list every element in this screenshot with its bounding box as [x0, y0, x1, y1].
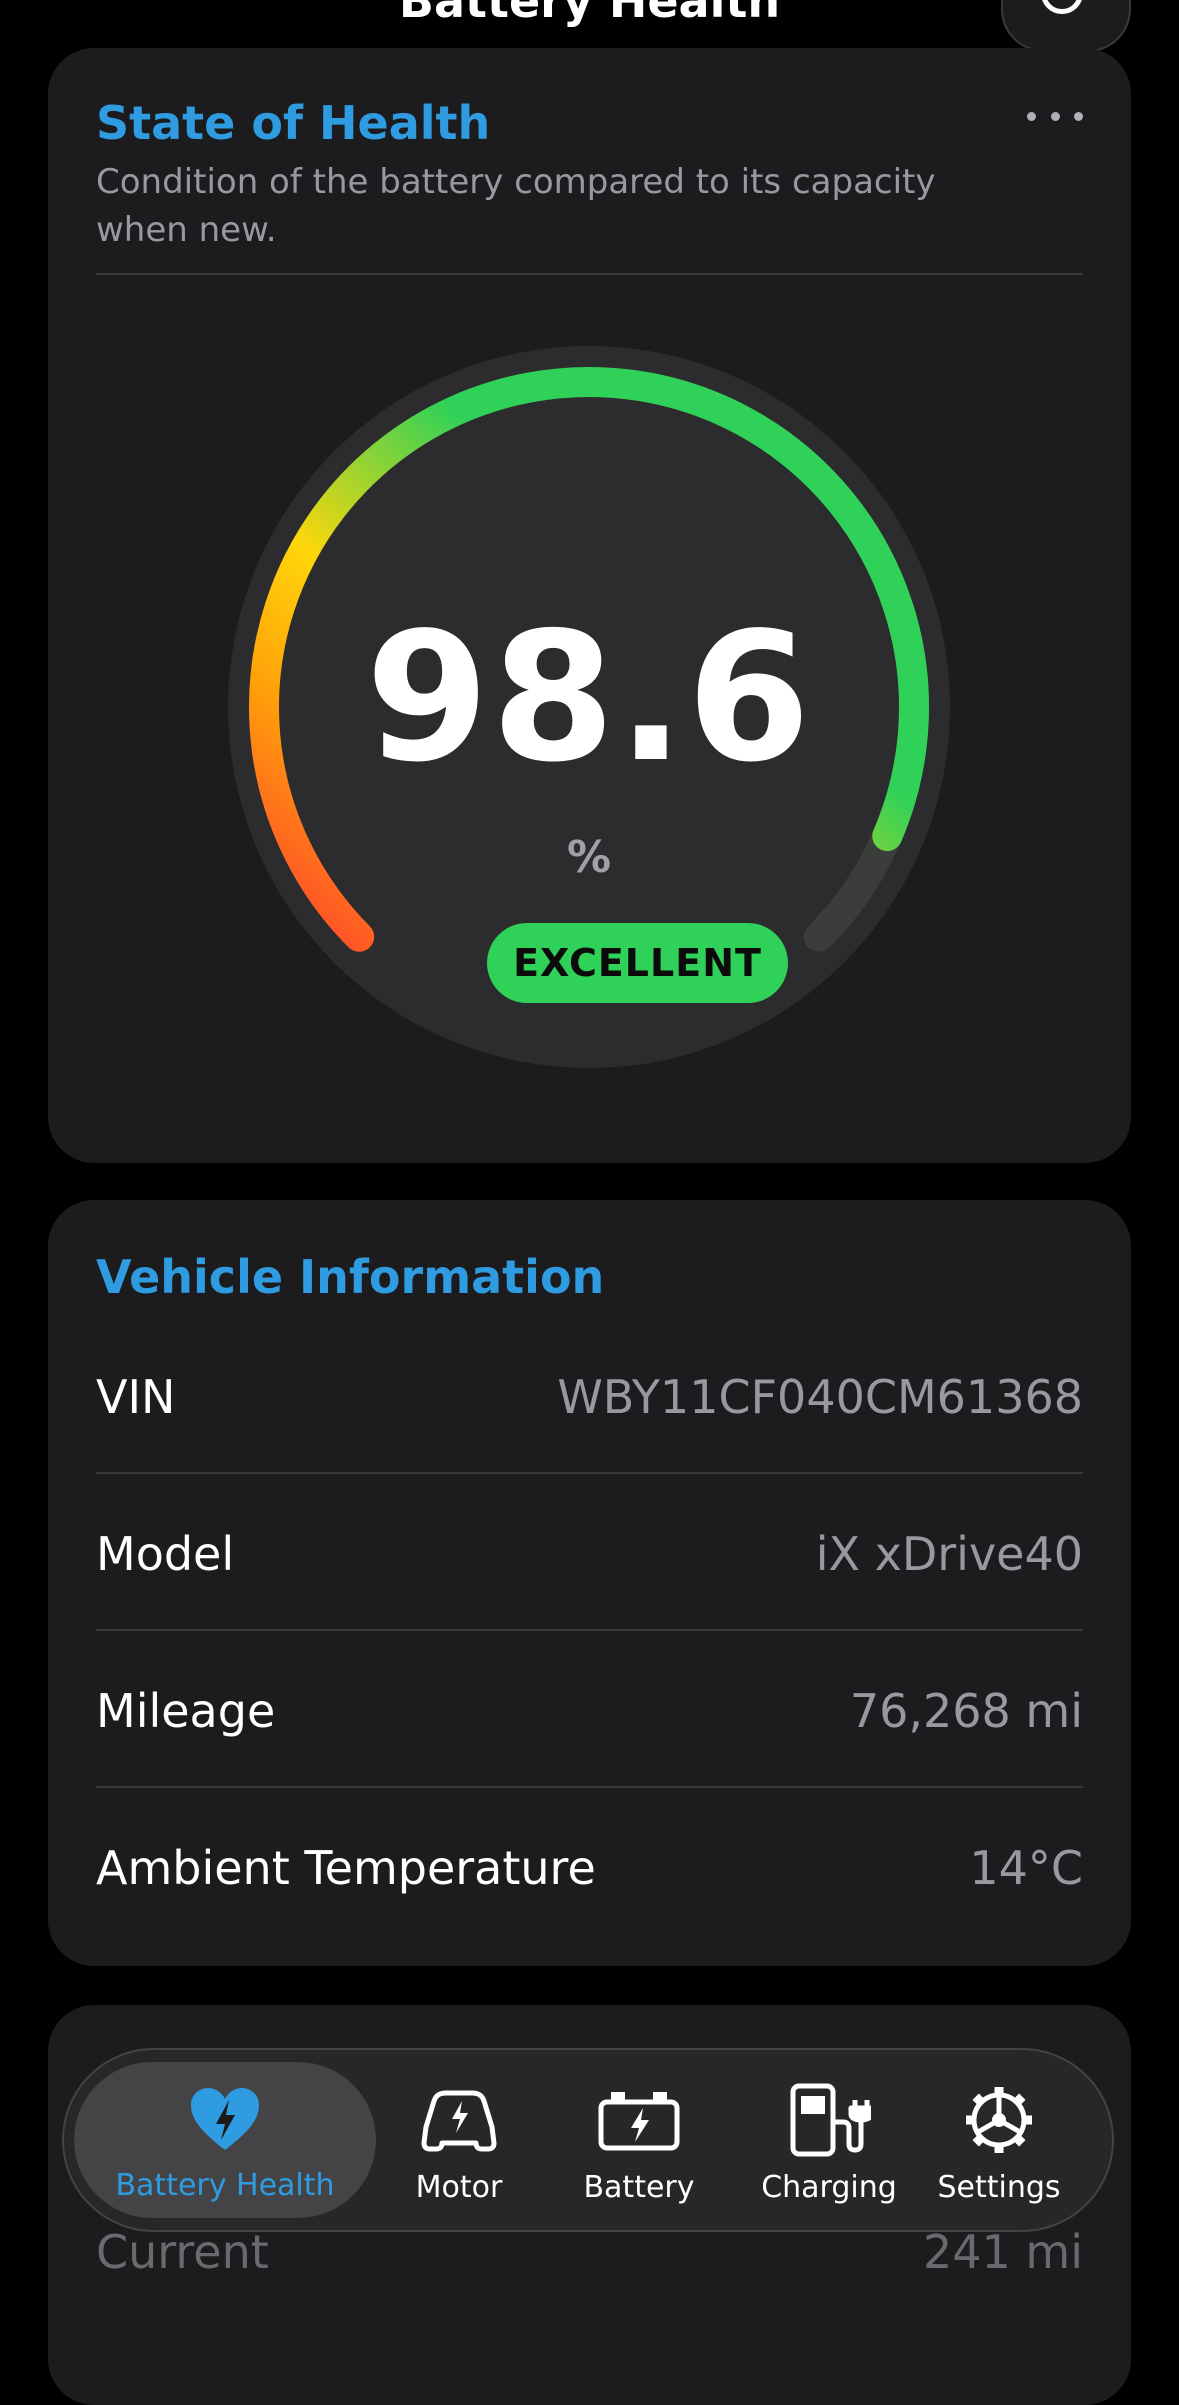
info-label: Model — [96, 1526, 235, 1581]
info-row-ambient-temperature: Ambient Temperature 14°C — [96, 1789, 1083, 1946]
tab-label: Settings — [937, 2170, 1061, 2205]
tab-motor[interactable]: Motor — [394, 2050, 524, 2230]
info-row-vin: VIN WBY11CF040CM61368 — [96, 1318, 1083, 1475]
tab-battery[interactable]: Battery — [569, 2050, 709, 2230]
info-row-mileage: Mileage 76,268 mi — [96, 1632, 1083, 1789]
state-of-health-title: State of Health — [96, 96, 491, 150]
divider — [96, 1472, 1083, 1474]
refresh-button[interactable] — [1001, 0, 1131, 52]
divider — [96, 1786, 1083, 1788]
tab-label: Motor — [415, 2170, 503, 2205]
heart-bolt-icon — [189, 2082, 261, 2158]
info-label: Mileage — [96, 1683, 276, 1738]
info-value: 76,268 mi — [849, 1683, 1083, 1738]
tab-bar: Battery Health Motor Battery Charging Se… — [62, 2048, 1114, 2232]
state-of-health-description: Condition of the battery compared to its… — [96, 162, 936, 250]
info-value: WBY11CF040CM61368 — [557, 1369, 1083, 1424]
health-percentage-value: 98.6 — [365, 594, 813, 801]
divider — [96, 1629, 1083, 1631]
info-label: Ambient Temperature — [96, 1840, 596, 1895]
health-gauge: 98.6 % EXCELLENT — [228, 346, 950, 1068]
more-options-button[interactable] — [1027, 104, 1083, 128]
refresh-icon — [1041, 0, 1083, 14]
ev-charger-icon — [787, 2082, 871, 2158]
tab-settings[interactable]: Settings — [924, 2050, 1074, 2230]
tab-charging[interactable]: Charging — [744, 2050, 914, 2230]
battery-bolt-icon — [597, 2082, 681, 2158]
state-of-health-card: State of Health Condition of the battery… — [48, 48, 1131, 1163]
vehicle-information-title: Vehicle Information — [96, 1250, 605, 1304]
health-status-badge: EXCELLENT — [487, 923, 788, 1003]
info-value: iX xDrive40 — [815, 1526, 1083, 1581]
vehicle-information-card: Vehicle Information VIN WBY11CF040CM6136… — [48, 1200, 1131, 1966]
tab-label: Battery Health — [115, 2168, 335, 2203]
gear-icon — [962, 2082, 1036, 2158]
info-row-model: Model iX xDrive40 — [96, 1475, 1083, 1632]
tab-label: Battery — [583, 2170, 695, 2205]
info-label: Current — [96, 2225, 269, 2279]
divider — [96, 273, 1083, 275]
tab-battery-health[interactable]: Battery Health — [74, 2062, 376, 2218]
tab-label: Charging — [761, 2170, 897, 2205]
info-label: VIN — [96, 1369, 176, 1424]
health-percentage-unit: % — [566, 832, 612, 883]
info-row-current: Current 241 mi — [96, 2225, 1083, 2279]
ellipsis-icon — [1027, 111, 1036, 121]
info-value: 14°C — [969, 1840, 1083, 1895]
info-value: 241 mi — [922, 2225, 1083, 2279]
car-bolt-icon — [416, 2082, 502, 2158]
